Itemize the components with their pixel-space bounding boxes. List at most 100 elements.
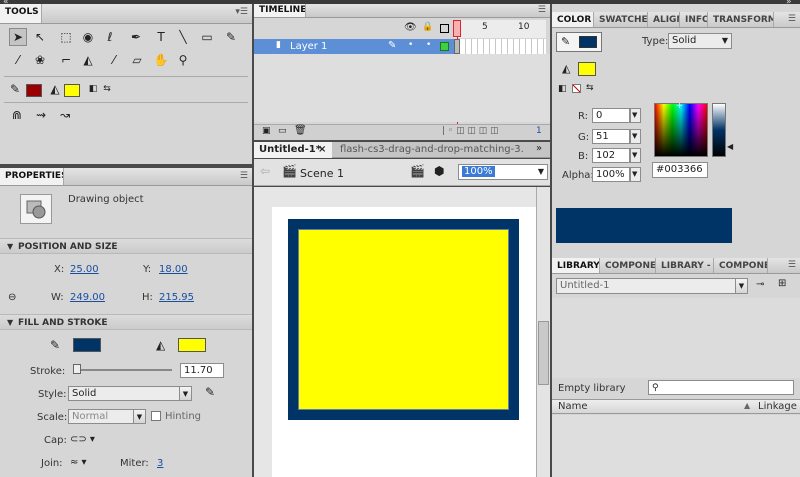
delete-layer-icon[interactable]: 🗑 [294, 125, 307, 136]
layer-outline-swatch[interactable] [440, 42, 449, 51]
tools-stroke-color-swatch[interactable] [26, 84, 42, 97]
lock-icon[interactable]: 🔒 [422, 22, 433, 32]
eraser-tool-icon[interactable]: ▱ [128, 51, 146, 69]
scrollbar-thumb[interactable] [538, 321, 549, 385]
free-transform-tool-icon[interactable]: ⬚ [57, 28, 75, 46]
close-tab-icon[interactable]: × [318, 144, 326, 155]
properties-tab[interactable]: PROPERTIES [0, 168, 64, 185]
miter-value[interactable]: 3 [157, 458, 163, 469]
panel-menu-icon[interactable]: ☰ [788, 14, 796, 24]
eyedropper-tool-icon[interactable]: ⁄ [105, 51, 123, 69]
hand-tool-icon[interactable]: ✋ [152, 51, 170, 69]
swap-colors-icon[interactable]: ⇆ [586, 83, 594, 93]
black-white-icon[interactable]: ◧ [558, 84, 567, 94]
color-spectrum[interactable] [654, 103, 708, 157]
tabs-overflow-icon[interactable]: » [536, 143, 542, 154]
new-layer-icon[interactable]: ▣ [262, 126, 271, 136]
linkage-column-header[interactable]: Linkage [758, 401, 797, 412]
position-size-header[interactable]: ▼ POSITION AND SIZE [0, 238, 252, 254]
cap-dropdown[interactable]: ⊂⊃ ▾ [70, 434, 95, 445]
alpha-dropdown[interactable]: ▼ [630, 167, 641, 182]
tab-library-2[interactable]: LIBRARY - I [656, 258, 714, 273]
playhead[interactable] [453, 20, 461, 37]
style-dropdown[interactable]: Solid ▼ [68, 386, 192, 401]
properties-stroke-color-swatch[interactable] [73, 338, 101, 352]
stroke-slider-thumb[interactable] [73, 364, 81, 374]
zoom-tool-icon[interactable]: ⚲ [174, 51, 192, 69]
g-input[interactable]: 51 [592, 129, 630, 144]
paint-bucket-tool-icon[interactable]: ◭ [79, 51, 97, 69]
rectangle-shape[interactable] [288, 219, 519, 420]
y-value[interactable]: 18.00 [159, 264, 188, 275]
join-dropdown[interactable]: ≈ ▾ [70, 457, 87, 468]
edit-scene-icon[interactable]: 🎬 [410, 164, 425, 178]
r-input[interactable]: 0 [592, 108, 630, 123]
tab-components[interactable]: COMPONEN [600, 258, 656, 273]
snap-magnet-icon[interactable]: ⋒ [8, 106, 26, 124]
g-dropdown[interactable]: ▼ [630, 129, 641, 144]
hinting-checkbox[interactable] [151, 411, 161, 421]
h-value[interactable]: 215.95 [159, 292, 194, 303]
tab-align[interactable]: ALIGN [648, 12, 680, 27]
hex-input[interactable]: #003366 [652, 162, 708, 178]
pen-tool-icon[interactable]: ✒ [127, 28, 145, 46]
layer-row[interactable] [254, 39, 454, 54]
scale-dropdown[interactable]: Normal ▼ [68, 409, 146, 424]
swap-colors-icon[interactable]: ⇆ [98, 80, 116, 98]
type-dropdown[interactable]: Solid ▼ [668, 33, 732, 49]
x-value[interactable]: 25.00 [70, 264, 99, 275]
frame-ruler[interactable] [454, 20, 546, 38]
zoom-dropdown[interactable]: 100% ▼ [458, 164, 548, 180]
fill-stroke-header[interactable]: ▼ FILL AND STROKE [0, 314, 252, 330]
panel-menu-icon[interactable]: ☰ [240, 171, 248, 181]
deco-tool-icon[interactable]: ❀ [31, 51, 49, 69]
sort-ascending-icon[interactable]: ▲ [744, 401, 750, 410]
frame-cells[interactable] [454, 39, 546, 54]
stage-vertical-scrollbar[interactable] [536, 187, 550, 477]
brightness-arrow-icon[interactable]: ◀ [727, 142, 733, 151]
new-folder-icon[interactable]: ▭ [278, 126, 287, 136]
layer-visible-dot[interactable]: • [408, 40, 413, 50]
tab-swatches[interactable]: SWATCHES [594, 12, 648, 27]
stroke-slider-track[interactable] [76, 369, 172, 371]
timeline-tab[interactable]: TIMELINE [254, 4, 306, 17]
brightness-slider[interactable] [712, 103, 726, 157]
tools-tab[interactable]: TOOLS [0, 4, 42, 23]
new-library-panel-icon[interactable]: ⊞ [778, 278, 786, 289]
doc-tab-flash[interactable]: flash-cs3-drag-and-drop-matching-3.f [334, 142, 524, 158]
w-value[interactable]: 249.00 [70, 292, 105, 303]
edit-symbols-icon[interactable]: ⬢ [434, 164, 444, 178]
bone-tool-icon[interactable]: ⌐ [57, 51, 75, 69]
lasso-tool-icon[interactable]: ℓ [101, 28, 119, 46]
brush-tool-icon[interactable]: ⁄ [9, 51, 27, 69]
stroke-value-input[interactable]: 11.70 [180, 363, 224, 378]
layer-name[interactable]: Layer 1 [290, 41, 327, 52]
panel-menu-icon[interactable]: ▾☰ [235, 7, 248, 17]
b-input[interactable]: 102 [592, 148, 630, 163]
tools-fill-color-swatch[interactable] [64, 84, 80, 97]
text-tool-icon[interactable]: T [152, 28, 170, 46]
keyframe[interactable] [454, 39, 460, 54]
back-arrow-icon[interactable]: ⇦ [260, 164, 270, 178]
tab-color[interactable]: COLOR [552, 12, 594, 27]
lock-proportions-icon[interactable]: ⊖ [8, 292, 16, 303]
pin-library-icon[interactable]: ⊸ [756, 279, 764, 290]
eye-icon[interactable]: 👁 [404, 22, 417, 33]
tab-library[interactable]: LIBRARY [552, 258, 600, 273]
rectangle-tool-icon[interactable]: ▭ [198, 28, 216, 46]
subselection-arrow-tool-icon[interactable]: ↖ [31, 28, 49, 46]
scene-label[interactable]: Scene 1 [300, 167, 344, 180]
properties-fill-color-swatch[interactable] [178, 338, 206, 352]
pencil-tool-icon[interactable]: ✎ [222, 28, 240, 46]
no-color-icon[interactable] [572, 84, 581, 93]
layer-lock-dot[interactable]: • [426, 40, 431, 50]
panel-menu-icon[interactable]: ☰ [538, 5, 546, 15]
3d-rotation-tool-icon[interactable]: ◉ [79, 28, 97, 46]
color-fill-swatch[interactable] [578, 62, 596, 76]
panel-menu-icon[interactable]: ☰ [788, 260, 796, 270]
smooth-icon[interactable]: ⇝ [32, 106, 50, 124]
tab-info[interactable]: INFO [680, 12, 708, 27]
edit-stroke-style-pencil-icon[interactable]: ✎ [205, 385, 215, 399]
library-search-input[interactable]: ⚲ [648, 380, 794, 395]
alpha-input[interactable]: 100% [592, 167, 630, 182]
